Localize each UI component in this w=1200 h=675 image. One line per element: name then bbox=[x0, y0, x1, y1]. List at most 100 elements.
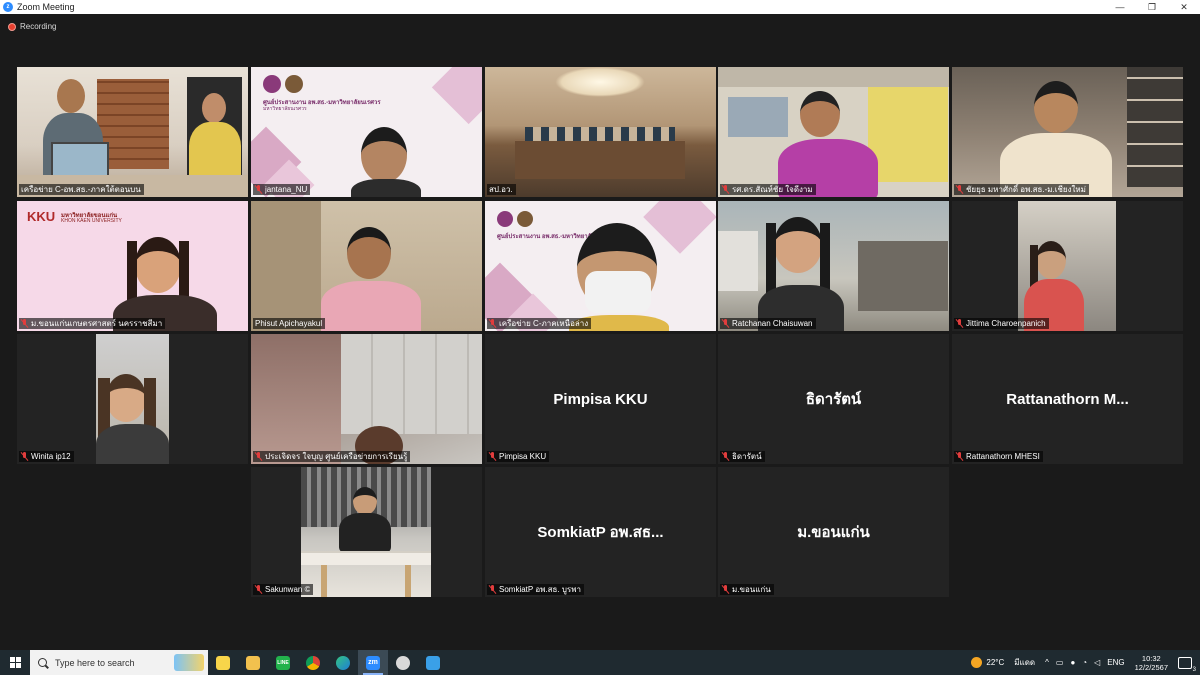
language-indicator[interactable]: ENG bbox=[1107, 658, 1124, 667]
participant-name: สป.อว. bbox=[489, 185, 513, 194]
notification-icon[interactable] bbox=[1178, 656, 1196, 673]
participant-tile[interactable]: ม.ขอนแก่น ม.ขอนแก่น bbox=[718, 467, 949, 597]
participant-name: Pimpisa KKU bbox=[499, 452, 547, 461]
meeting-gallery: Recording เครือข่าย C-อพ.สธ.-ภาคใต้ตอนบน… bbox=[0, 14, 1200, 650]
windows-taskbar: Type here to search LINE zm 22°C มีแดด ^… bbox=[0, 650, 1200, 675]
sticky-notes-app[interactable] bbox=[208, 650, 238, 675]
participant-name: Winita ip12 bbox=[31, 452, 71, 461]
participant-tile[interactable]: เครือข่าย C-อพ.สธ.-ภาคใต้ตอนบน bbox=[17, 67, 248, 197]
participant-tile[interactable]: ชัยยุธ มหาศักดิ์ อพ.สธ.-ม.เชียงใหม่ bbox=[952, 67, 1183, 197]
participant-tile[interactable]: Phisut Apichayakul bbox=[251, 201, 482, 331]
participant-tile[interactable]: Ratchanan Chaisuwan bbox=[718, 201, 949, 331]
mic-muted-icon bbox=[255, 452, 262, 461]
window-controls: — ❐ ✕ bbox=[1104, 0, 1200, 14]
participant-name-tag: เครือข่าย C-ภาคเหนือล่าง bbox=[487, 318, 592, 329]
participant-tile[interactable]: Pimpisa KKU Pimpisa KKU bbox=[485, 334, 716, 464]
sticky-notes-icon bbox=[216, 655, 230, 670]
participant-name: ม.ขอนแก่น bbox=[732, 585, 771, 594]
participant-name-tag: Phisut Apichayakul bbox=[253, 318, 326, 329]
participant-display-name: Rattanathorn M... bbox=[1006, 390, 1129, 408]
taskbar-search[interactable]: Type here to search bbox=[30, 650, 208, 675]
start-button[interactable] bbox=[0, 650, 30, 675]
chrome-icon bbox=[306, 655, 320, 670]
mic-muted-icon bbox=[255, 185, 262, 194]
maximize-button[interactable]: ❐ bbox=[1136, 0, 1168, 14]
participant-name: ธิดารัตน์ bbox=[732, 452, 762, 461]
photos-icon bbox=[426, 655, 440, 670]
edge-icon bbox=[336, 655, 350, 670]
video-feed bbox=[17, 67, 248, 197]
participant-tile[interactable]: สป.อว. bbox=[485, 67, 716, 197]
mic-muted-icon bbox=[956, 185, 963, 194]
participant-display-name: ม.ขอนแก่น bbox=[797, 524, 870, 541]
mic-muted-icon bbox=[21, 452, 28, 461]
video-feed: ศูนย์ประสานงาน อพ.สธ.-มหาวิทยาลัยนเรศวร … bbox=[251, 67, 482, 197]
system-clock[interactable]: 10:32 12/2/2567 bbox=[1135, 654, 1168, 672]
participant-name-tag: ม.ขอนแก่น bbox=[720, 584, 774, 595]
recording-indicator[interactable]: Recording bbox=[8, 22, 56, 31]
mic-muted-icon bbox=[722, 452, 729, 461]
participant-name: Ratchanan Chaisuwan bbox=[732, 319, 813, 328]
video-feed bbox=[718, 201, 949, 331]
wifi-icon[interactable]: ◔ bbox=[1082, 658, 1087, 667]
video-feed bbox=[251, 467, 482, 597]
participant-tile[interactable]: Rattanathorn M... Rattanathorn MHESI bbox=[952, 334, 1183, 464]
participant-name: Phisut Apichayakul bbox=[255, 319, 323, 328]
participant-tile[interactable]: KKU มหาวิทยาลัยขอนแก่น KHON KAEN UNIVERS… bbox=[17, 201, 248, 331]
zoom-taskbar-app[interactable]: zm bbox=[358, 650, 388, 675]
chrome-app[interactable] bbox=[298, 650, 328, 675]
banner-subtext: มหาวิทยาลัยนเรศวร bbox=[263, 106, 307, 112]
weather-description[interactable]: มีแดด bbox=[1014, 656, 1035, 669]
weather-sun-icon[interactable] bbox=[971, 657, 983, 668]
folder-icon bbox=[246, 655, 260, 670]
participant-name-tag: รศ.ดร.สัณห์ชัย ใจดีงาม bbox=[720, 184, 816, 195]
participant-name-tag: สป.อว. bbox=[487, 184, 516, 195]
participant-name: Sakunwan © bbox=[265, 585, 311, 594]
participant-name: ชัยยุธ มหาศักดิ์ อพ.สธ.-ม.เชียงใหม่ bbox=[966, 185, 1086, 194]
participant-name: Jittima Charoenpanich bbox=[966, 319, 1046, 328]
file-explorer-app[interactable] bbox=[238, 650, 268, 675]
banner-subtext: KHON KAEN UNIVERSITY bbox=[61, 218, 122, 224]
video-feed bbox=[485, 67, 716, 197]
video-feed bbox=[718, 67, 949, 197]
participant-name-tag: Winita ip12 bbox=[19, 451, 74, 462]
banner-text: ศูนย์ประสานงาน อพ.สธ.-มหาวิทยาลัย bbox=[497, 234, 595, 240]
weather-temperature[interactable]: 22°C bbox=[986, 658, 1004, 667]
mic-muted-icon bbox=[489, 452, 496, 461]
minimize-button[interactable]: — bbox=[1104, 0, 1136, 14]
video-feed bbox=[251, 201, 482, 331]
participant-tile[interactable]: ศูนย์ประสานงาน อพ.สธ.-มหาวิทยาลัย เครือข… bbox=[485, 201, 716, 331]
video-feed bbox=[952, 201, 1183, 331]
video-feed: KKU มหาวิทยาลัยขอนแก่น KHON KAEN UNIVERS… bbox=[17, 201, 248, 331]
participant-tile[interactable]: ธิดารัตน์ ธิดารัตน์ bbox=[718, 334, 949, 464]
unknown-taskbar-app[interactable] bbox=[388, 650, 418, 675]
participant-name-tag: ม.ขอนแก่นเกษตรศาสตร์ นครราชสีมา bbox=[19, 318, 166, 329]
video-feed bbox=[251, 334, 482, 464]
photos-app[interactable] bbox=[418, 650, 448, 675]
participant-tile[interactable]: Winita ip12 bbox=[17, 334, 248, 464]
close-button[interactable]: ✕ bbox=[1168, 0, 1200, 14]
participant-name-tag: Jittima Charoenpanich bbox=[954, 318, 1049, 329]
line-app[interactable]: LINE bbox=[268, 650, 298, 675]
participant-name: SomkiatP อพ.สธ. บูรพา bbox=[499, 585, 581, 594]
network-icon[interactable]: ▭ bbox=[1056, 658, 1064, 667]
participant-name-tag: ธิดารัตน์ bbox=[720, 451, 765, 462]
participant-tile[interactable]: Sakunwan © bbox=[251, 467, 482, 597]
video-feed: ศูนย์ประสานงาน อพ.สธ.-มหาวิทยาลัย bbox=[485, 201, 716, 331]
chevron-up-icon[interactable]: ^ bbox=[1045, 658, 1049, 667]
participant-tile[interactable]: SomkiatP อพ.สธ... SomkiatP อพ.สธ. บูรพา bbox=[485, 467, 716, 597]
participant-tile[interactable]: รศ.ดร.สัณห์ชัย ใจดีงาม bbox=[718, 67, 949, 197]
edge-app[interactable] bbox=[328, 650, 358, 675]
speaker-icon[interactable]: ◁ bbox=[1094, 658, 1100, 667]
window-titlebar: z Zoom Meeting — ❐ ✕ bbox=[0, 0, 1200, 14]
participant-tile[interactable]: Jittima Charoenpanich bbox=[952, 201, 1183, 331]
participant-name: ประเจิดจร ใจบุญ ศูนย์เครือข่ายการเรียนรู… bbox=[265, 452, 408, 461]
participant-name: เครือข่าย C-อพ.สธ.-ภาคใต้ตอนบน bbox=[21, 185, 141, 194]
microphone-icon[interactable]: ● bbox=[1070, 658, 1075, 667]
mic-muted-icon bbox=[255, 585, 262, 594]
participant-name-tag: Pimpisa KKU bbox=[487, 451, 550, 462]
participant-name: ม.ขอนแก่นเกษตรศาสตร์ นครราชสีมา bbox=[31, 319, 163, 328]
participant-tile[interactable]: ศูนย์ประสานงาน อพ.สธ.-มหาวิทยาลัยนเรศวร … bbox=[251, 67, 482, 197]
search-highlight-image bbox=[174, 654, 204, 671]
participant-tile[interactable]: ประเจิดจร ใจบุญ ศูนย์เครือข่ายการเรียนรู… bbox=[251, 334, 482, 464]
